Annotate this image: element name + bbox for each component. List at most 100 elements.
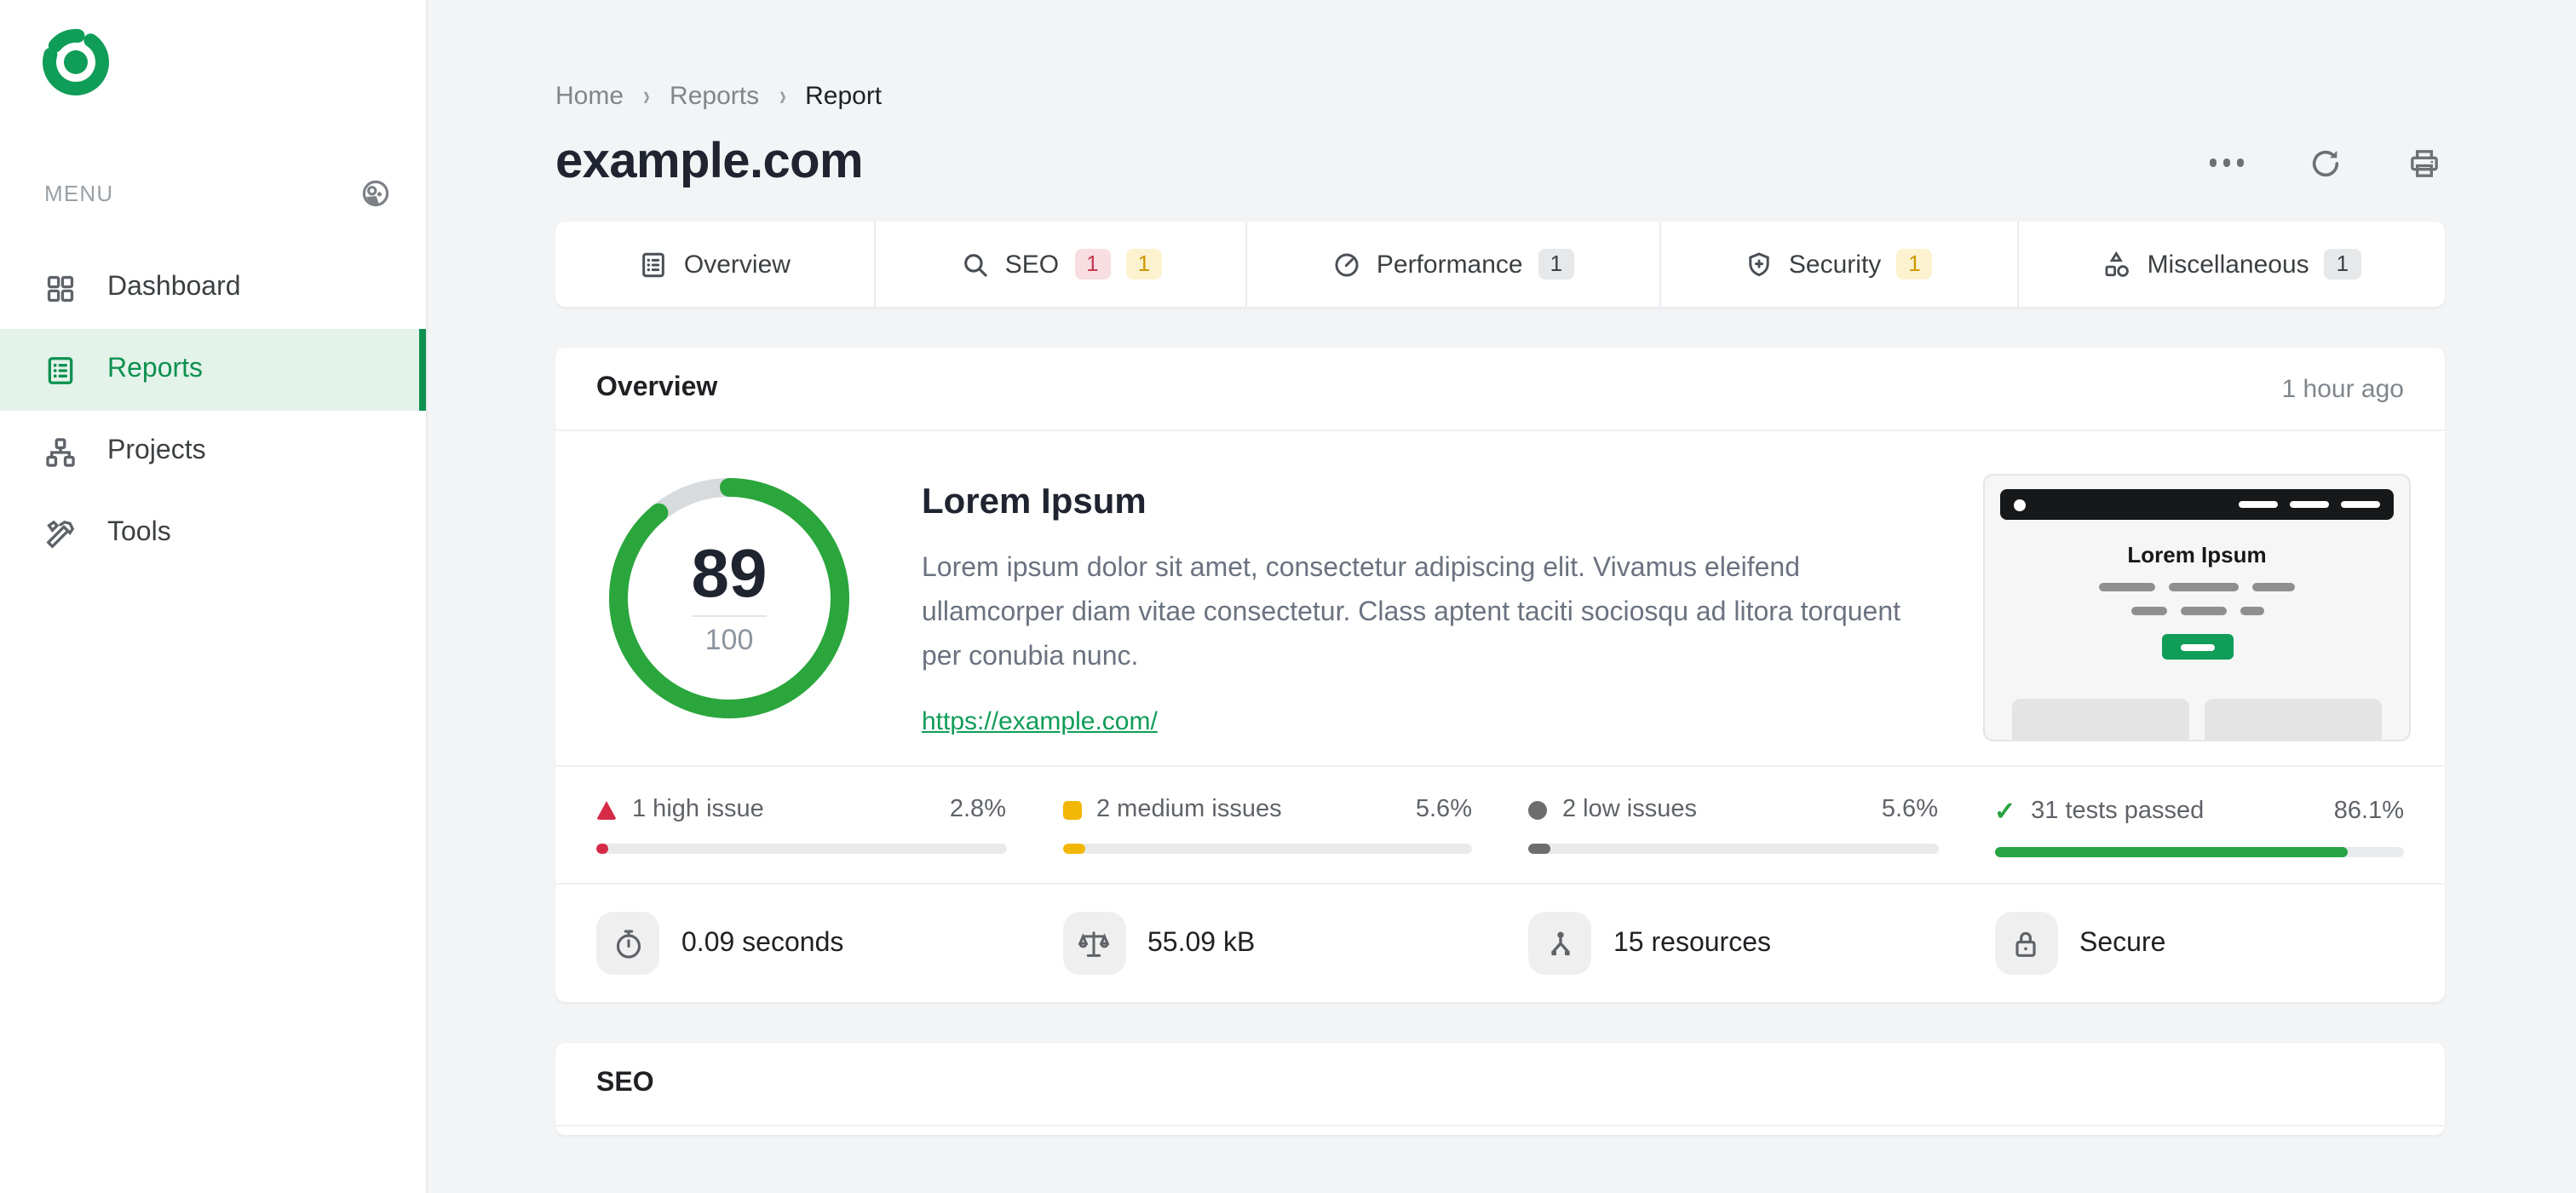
issue-count-badge: 1 bbox=[1538, 248, 1575, 280]
tab-miscellaneous[interactable]: Miscellaneous 1 bbox=[2019, 222, 2445, 307]
issue-count-badge: 1 bbox=[2324, 248, 2361, 280]
medium-issue-badge: 1 bbox=[1896, 248, 1933, 280]
issue-percent: 5.6% bbox=[1881, 796, 1938, 823]
site-description: Lorem ipsum dolor sit amet, consectetur … bbox=[922, 554, 1901, 671]
shapes-icon bbox=[2106, 250, 2130, 276]
quick-stats: 0.09 seconds 55.09 kB 15 resources Secur… bbox=[555, 883, 2445, 1002]
grid-icon bbox=[47, 274, 74, 302]
page-title: example.com bbox=[555, 135, 864, 189]
low-severity-icon bbox=[1528, 800, 1547, 819]
issue-progress-fill bbox=[596, 844, 608, 854]
menu-section-label: MENU bbox=[44, 181, 114, 206]
overview-section-title: Overview bbox=[596, 373, 718, 402]
issue-stat-high: 1 high issue 2.8% bbox=[596, 796, 1006, 857]
breadcrumb-report: Report bbox=[805, 82, 883, 111]
stat-resources: 15 resources bbox=[1528, 912, 1938, 975]
search-icon bbox=[963, 253, 987, 276]
tab-seo[interactable]: SEO 1 1 bbox=[877, 222, 1248, 307]
app-logo[interactable] bbox=[0, 0, 426, 106]
issue-percent: 86.1% bbox=[2333, 798, 2404, 825]
sidebar-item-label: Projects bbox=[107, 436, 206, 465]
printer-icon bbox=[2411, 149, 2438, 176]
thumbnail-browser-bar bbox=[2000, 489, 2394, 520]
sidebar-item-tools[interactable]: Tools bbox=[0, 493, 426, 574]
print-button[interactable] bbox=[2404, 142, 2445, 183]
more-options-button[interactable] bbox=[2205, 156, 2247, 170]
tab-overview[interactable]: Overview bbox=[555, 222, 877, 307]
sidebar-nav: Dashboard Reports Projects Tools bbox=[0, 247, 426, 574]
overview-card: Overview 1 hour ago 89 100 Lorem Ipsum L… bbox=[555, 348, 2445, 1002]
sidebar-item-label: Dashboard bbox=[107, 273, 241, 302]
site-thumbnail: Lorem Ipsum bbox=[1983, 474, 2411, 741]
sidebar-item-projects[interactable]: Projects bbox=[0, 411, 426, 493]
seo-card: SEO bbox=[555, 1043, 2445, 1135]
issue-progress-fill bbox=[1994, 847, 2348, 857]
thumbnail-text-line bbox=[1985, 583, 2409, 591]
issue-stat-medium: 2 medium issues 5.6% bbox=[1062, 796, 1472, 857]
stat-label: 15 resources bbox=[1613, 928, 1771, 957]
report-list-icon bbox=[48, 356, 73, 383]
thumbnail-dot bbox=[2014, 499, 2026, 510]
high-issue-badge: 1 bbox=[1074, 248, 1111, 280]
breadcrumb-reports[interactable]: Reports bbox=[670, 82, 759, 111]
tab-security[interactable]: Security 1 bbox=[1660, 222, 2019, 307]
sidebar-item-label: Reports bbox=[107, 354, 204, 383]
issue-percent: 5.6% bbox=[1415, 796, 1472, 823]
breadcrumb: Home › Reports › Report bbox=[555, 79, 2445, 113]
issue-stat-low: 2 low issues 5.6% bbox=[1528, 796, 1938, 857]
medium-severity-icon bbox=[1062, 800, 1081, 819]
main-area: Home › Reports › Report example.com Over… bbox=[428, 0, 2576, 1193]
tab-label: Overview bbox=[683, 250, 791, 279]
breadcrumb-home[interactable]: Home bbox=[555, 82, 624, 111]
speedometer-icon bbox=[1335, 252, 1359, 276]
check-icon: ✓ bbox=[1994, 798, 2016, 827]
sidebar-item-reports[interactable]: Reports bbox=[0, 329, 426, 411]
score-value: 89 bbox=[691, 536, 768, 611]
tab-label: Miscellaneous bbox=[2147, 250, 2309, 279]
sidebar: MENU Dashboard Reports Projects Tools bbox=[0, 0, 428, 1193]
stat-label: Secure bbox=[2079, 928, 2166, 957]
stat-security: Secure bbox=[1994, 912, 2404, 975]
issue-label: 2 medium issues bbox=[1096, 796, 1282, 823]
issue-label: 2 low issues bbox=[1562, 796, 1697, 823]
seo-section-title: SEO bbox=[596, 1069, 654, 1098]
thumbnail-text-line bbox=[1985, 607, 2409, 615]
lock-icon bbox=[2015, 931, 2036, 956]
score-gauge: 89 100 bbox=[605, 474, 854, 723]
thumbnail-button bbox=[2161, 634, 2233, 660]
sidebar-item-dashboard[interactable]: Dashboard bbox=[0, 247, 426, 329]
thumbnail-nav-links bbox=[2239, 501, 2380, 508]
scale-icon bbox=[1078, 931, 1110, 956]
issue-label: 1 high issue bbox=[632, 796, 764, 823]
list-icon bbox=[643, 251, 665, 277]
site-heading: Lorem Ipsum bbox=[922, 482, 1147, 522]
sitemap-icon bbox=[46, 437, 75, 466]
ellipsis-icon bbox=[2209, 158, 2244, 167]
issue-label: 31 tests passed bbox=[2031, 798, 2205, 825]
site-link[interactable]: https://example.com/ bbox=[922, 706, 1158, 735]
stat-page-size: 55.09 kB bbox=[1062, 912, 1472, 975]
issue-stat-passed: ✓ 31 tests passed 86.1% bbox=[1994, 796, 2404, 857]
score-divider bbox=[692, 614, 767, 616]
tools-icon bbox=[46, 519, 75, 548]
refresh-button[interactable] bbox=[2305, 142, 2346, 183]
stat-load-time: 0.09 seconds bbox=[596, 912, 1006, 975]
sidebar-item-label: Tools bbox=[107, 518, 171, 547]
chevron-right-icon: › bbox=[779, 79, 786, 113]
high-severity-icon bbox=[596, 800, 617, 819]
app-screen: MENU Dashboard Reports Projects Tools Ho… bbox=[0, 0, 2576, 1193]
issues-summary: 1 high issue 2.8% 2 medium issues 5.6% 2… bbox=[555, 765, 2445, 883]
thumbnail-title: Lorem Ipsum bbox=[2127, 542, 2267, 568]
stopwatch-icon bbox=[615, 929, 641, 958]
issue-percent: 2.8% bbox=[949, 796, 1006, 823]
medium-issue-badge: 1 bbox=[1125, 248, 1163, 280]
resources-icon bbox=[1550, 931, 1569, 955]
tab-label: SEO bbox=[1004, 250, 1060, 279]
score-max: 100 bbox=[704, 623, 754, 655]
issue-progress-fill bbox=[1528, 844, 1551, 854]
stat-label: 55.09 kB bbox=[1147, 928, 1256, 957]
seo-card-body bbox=[555, 1127, 2445, 1135]
tab-performance[interactable]: Performance 1 bbox=[1248, 222, 1660, 307]
cookie-icon[interactable] bbox=[359, 177, 392, 210]
target-logo-icon bbox=[43, 29, 109, 95]
